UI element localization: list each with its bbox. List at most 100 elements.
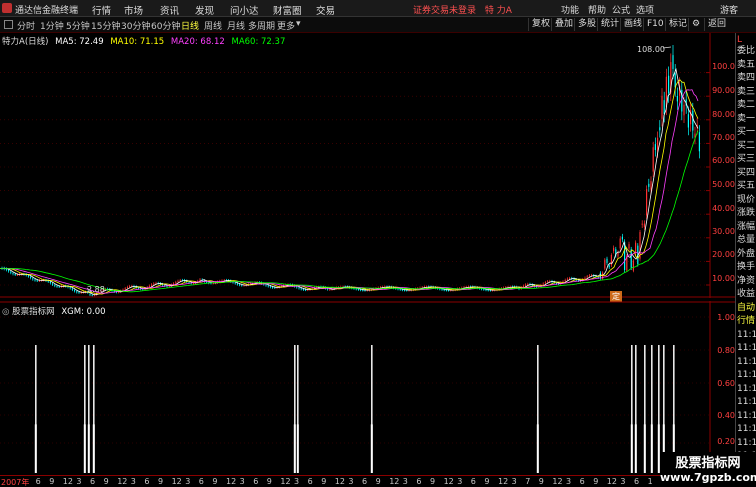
sidebar-item: 11:1 — [737, 343, 756, 353]
menu-discover[interactable]: 发现 — [195, 3, 214, 17]
multi-stock-button[interactable]: 多股 — [574, 18, 599, 31]
period-intraday[interactable]: 分时 — [17, 19, 35, 32]
sidebar-item: 买五 — [737, 181, 756, 191]
date-axis-label: 6 — [307, 477, 313, 486]
sidebar-item: 涨幅 — [737, 221, 756, 232]
sidebar-item: 卖二 — [737, 100, 756, 110]
date-axis-label: 9 — [593, 477, 599, 486]
quote-sidebar: L 委比 卖五 卖四 卖三 卖二 卖一 买一 买二 买三 买四 买五 现价 涨跌 涨幅 总量 外盘 换手 净资 收益… — [735, 33, 756, 487]
toolbar: 分时 1分钟 5分钟 15分钟 30分钟 60分钟 日线 周线 月线 多周期 更… — [0, 17, 756, 33]
sidebar-item: 卖五 — [737, 59, 756, 70]
menu-news[interactable]: 资讯 — [160, 3, 179, 17]
candles — [1, 45, 700, 297]
menu-help[interactable]: 帮助 — [588, 3, 606, 16]
indicator-axis-label: 0.60 — [717, 379, 735, 388]
menu-formula[interactable]: 公式 — [612, 3, 630, 16]
period-daily[interactable]: 日线 — [181, 19, 199, 32]
watermark-title: 股票指标网 — [675, 456, 741, 471]
toolbar-checkbox[interactable] — [4, 20, 13, 29]
guest-label[interactable]: 游客 — [720, 3, 738, 16]
date-axis-label: 3 — [239, 477, 245, 486]
date-axis-label: 9 — [266, 477, 272, 486]
app-logo-icon — [2, 3, 12, 13]
period-more[interactable]: 更多 — [277, 19, 295, 32]
app-title: 通达信金融终端 — [15, 6, 79, 16]
menu-market[interactable]: 市场 — [124, 3, 143, 17]
period-1min[interactable]: 1分钟 — [40, 19, 64, 32]
sidebar-item: 买一 — [737, 127, 756, 137]
legend-ma20: MA20: 68.12 — [170, 37, 225, 47]
menu-options[interactable]: 选项 — [636, 3, 654, 16]
sidebar-item: 现价 — [737, 194, 756, 205]
sidebar-item: 11:1 — [737, 329, 756, 340]
date-axis-label: 12 — [62, 477, 73, 486]
date-axis-label: 6 — [144, 477, 150, 486]
date-axis-label: 9 — [484, 477, 490, 486]
date-axis-label: 3 — [402, 477, 408, 486]
date-axis-label: 12 — [498, 477, 509, 486]
date-axis-label: 6 — [35, 477, 41, 486]
period-monthly[interactable]: 月线 — [227, 19, 245, 32]
date-axis-label: 12 — [117, 477, 128, 486]
date-axis-label: 9 — [375, 477, 381, 486]
date-axis-label: 9 — [103, 477, 109, 486]
login-notice[interactable]: 证券交易未登录 特 力A — [413, 3, 512, 16]
period-15min[interactable]: 15分钟 — [91, 19, 120, 32]
period-30min[interactable]: 30分钟 — [121, 19, 150, 32]
high-price-annotation: 108.00 — [637, 45, 665, 54]
period-weekly[interactable]: 周线 — [204, 19, 222, 32]
sidebar-item: 涨跌 — [737, 208, 756, 218]
period-60min[interactable]: 60分钟 — [151, 19, 180, 32]
date-axis-label: 6 — [634, 477, 640, 486]
indicator-header: ◎ 股票指标网 XGM: 0.00 — [2, 305, 106, 317]
price-axis-label: 50.00 — [712, 180, 735, 189]
indicator-chart[interactable] — [0, 301, 735, 475]
period-multi[interactable]: 多周期 — [248, 19, 275, 32]
mark-button[interactable]: 标记 — [665, 18, 690, 31]
date-axis-label: 6 — [362, 477, 368, 486]
date-axis-label: 3 — [348, 477, 354, 486]
sidebar-item: 11:1 — [737, 424, 756, 434]
date-axis-label: 12 — [280, 477, 291, 486]
period-5min[interactable]: 5分钟 — [66, 19, 90, 32]
date-axis-label: 12 — [606, 477, 617, 486]
f10-button[interactable]: F10 — [643, 18, 667, 31]
price-axis-label: 20.00 — [712, 250, 735, 259]
sidebar-item: 11:1 — [737, 383, 756, 394]
stock-short-name: 特 力A — [484, 6, 512, 16]
draw-line-button[interactable]: 画线 — [620, 18, 645, 31]
legend-ma10: MA10: 71.15 — [110, 37, 165, 47]
back-button[interactable]: 返回 — [704, 18, 729, 31]
overlay-button[interactable]: 叠加 — [551, 18, 576, 31]
sidebar-item: 外盘 — [737, 248, 756, 259]
menu-ask[interactable]: 问小达 — [230, 3, 259, 17]
indicator-axis-label: 0.80 — [717, 346, 735, 355]
menu-quotes[interactable]: 行情 — [92, 3, 111, 17]
price-axis-label: 30.00 — [712, 227, 735, 236]
indicator-toggle-icon[interactable]: ◎ — [2, 307, 9, 317]
date-axis-label: 6 — [579, 477, 585, 486]
menu-trade[interactable]: 交易 — [316, 3, 335, 17]
statistics-button[interactable]: 统计 — [597, 18, 622, 31]
watermark-url: www.7gpzb.com — [660, 471, 756, 484]
date-axis-label: 6 — [416, 477, 422, 486]
settings-icon[interactable]: ⚙ — [688, 18, 703, 31]
low-price-annotation: 2.88 — [87, 285, 105, 294]
date-axis-label: 2007年 — [1, 478, 30, 487]
date-axis-label: 7 — [525, 477, 531, 486]
period-more-dropdown-icon[interactable]: ▾ — [296, 19, 301, 29]
sidebar-item: 总量 — [737, 235, 756, 245]
kline-chart[interactable] — [0, 33, 735, 298]
sidebar-item: 换手 — [737, 262, 756, 272]
sidebar-item: 11:1 — [737, 356, 756, 367]
menu-fortune[interactable]: 财富圈 — [273, 3, 302, 17]
date-axis-label: 9 — [430, 477, 436, 486]
indicator-name[interactable]: 股票指标网 — [12, 307, 55, 317]
date-axis-label: 3 — [294, 477, 300, 486]
menu-function[interactable]: 功能 — [561, 3, 579, 16]
date-axis-label: 9 — [321, 477, 327, 486]
price-axis-label: 40.00 — [712, 204, 735, 213]
sidebar-item: 委比 — [737, 46, 756, 56]
legend-ma5: MA5: 72.49 — [55, 37, 104, 47]
restore-rights-button[interactable]: 复权 — [528, 18, 553, 31]
